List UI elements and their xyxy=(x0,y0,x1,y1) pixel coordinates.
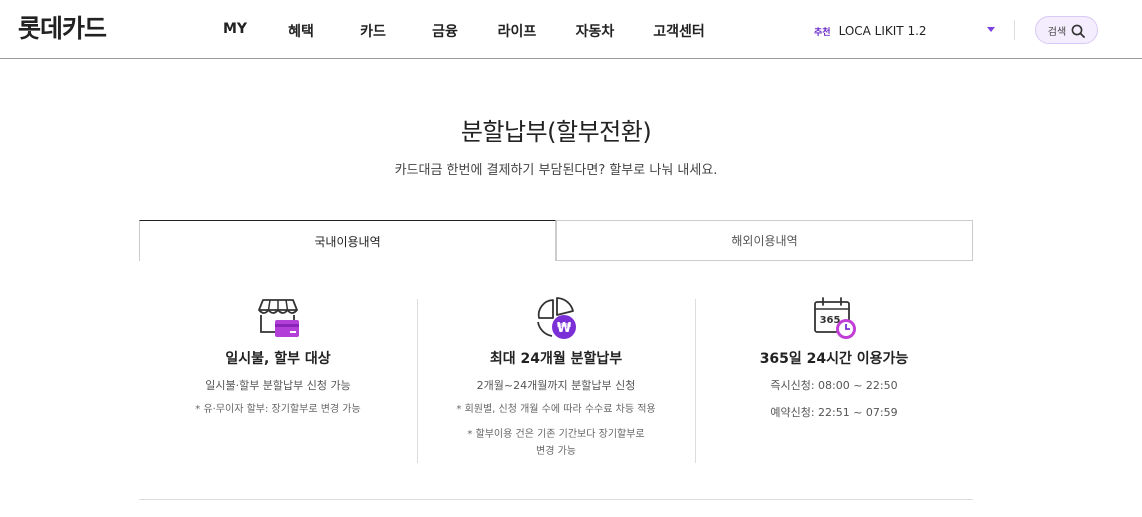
feature-note: * 회원별, 신청 개월 수에 따라 수수료 차등 적용 xyxy=(456,404,656,415)
feature-desc: 즉시신청: 08:00 ~ 22:50 xyxy=(770,379,898,392)
feature-title: 365일 24시간 이용가능 xyxy=(759,351,909,367)
calendar-365-icon: 365 xyxy=(813,296,857,340)
page-title: 분할납부(할부전환) xyxy=(460,118,652,146)
section-divider xyxy=(139,499,973,500)
feature-desc: 일시불·할부 분할납부 신청 가능 xyxy=(205,379,351,392)
feature-title: 최대 24개월 분할납부 xyxy=(489,351,623,367)
chevron-down-icon[interactable] xyxy=(987,27,995,32)
recommendation-tag: 추천 xyxy=(814,27,831,38)
recommendation-text: LOCA LIKIT 1.2 xyxy=(838,24,927,38)
main-nav: MY 혜택 카드 금융 라이프 자동차 고객센터 xyxy=(205,21,721,41)
nav-item-car[interactable]: 자동차 xyxy=(553,21,637,41)
lotte-card-logo[interactable]: 롯데카드 xyxy=(18,9,107,45)
tab-overseas-usage[interactable]: 해외이용내역 xyxy=(556,220,973,261)
store-card-icon xyxy=(257,296,301,340)
feature-title: 일시불, 할부 대상 xyxy=(225,351,331,367)
nav-item-customer-center[interactable]: 고객센터 xyxy=(637,21,721,41)
feature-item: ₩ 최대 24개월 분할납부 2개월~24개월까지 분할납부 신청 * 회원별,… xyxy=(417,290,695,465)
feature-item: 일시불, 할부 대상 일시불·할부 분할납부 신청 가능 * 유·무이자 할부:… xyxy=(139,290,417,465)
search-label: 검색 xyxy=(1047,26,1067,38)
page-subtitle: 카드대금 한번에 결제하기 부담된다면? 할부로 나눠 내세요. xyxy=(394,163,718,178)
search-icon xyxy=(1071,23,1086,38)
feature-info: 일시불, 할부 대상 일시불·할부 분할납부 신청 가능 * 유·무이자 할부:… xyxy=(139,290,973,470)
feature-item: 365 365일 24시간 이용가능 즉시신청: 08:00 ~ 22:50 예… xyxy=(695,290,973,465)
search-button[interactable]: 검색 xyxy=(1035,16,1098,44)
pie-won-icon: ₩ xyxy=(535,296,579,340)
nav-item-my[interactable]: MY xyxy=(205,21,265,41)
feature-desc: 2개월~24개월까지 분할납부 신청 xyxy=(476,379,636,392)
recommendation-link[interactable]: 추천 LOCA LIKIT 1.2 xyxy=(814,24,927,38)
nav-item-life[interactable]: 라이프 xyxy=(481,21,553,41)
tab-domestic-usage[interactable]: 국내이용내역 xyxy=(139,220,556,261)
feature-note: * 유·무이자 할부: 장기할부로 변경 가능 xyxy=(195,404,361,415)
feature-note: * 할부이용 건은 기존 기간보다 장기할부로 xyxy=(467,429,645,440)
feature-desc: 예약신청: 22:51 ~ 07:59 xyxy=(770,406,898,419)
feature-note: 변경 가능 xyxy=(536,446,576,457)
nav-item-finance[interactable]: 금융 xyxy=(409,21,481,41)
svg-text:₩: ₩ xyxy=(557,321,572,336)
global-header: 롯데카드 MY 혜택 카드 금융 라이프 자동차 고객센터 추천 LOCA LI… xyxy=(0,0,1142,59)
usage-tabs: 국내이용내역 해외이용내역 xyxy=(139,220,973,261)
nav-item-card[interactable]: 카드 xyxy=(337,21,409,41)
header-divider xyxy=(1014,20,1015,40)
nav-item-benefits[interactable]: 혜택 xyxy=(265,21,337,41)
